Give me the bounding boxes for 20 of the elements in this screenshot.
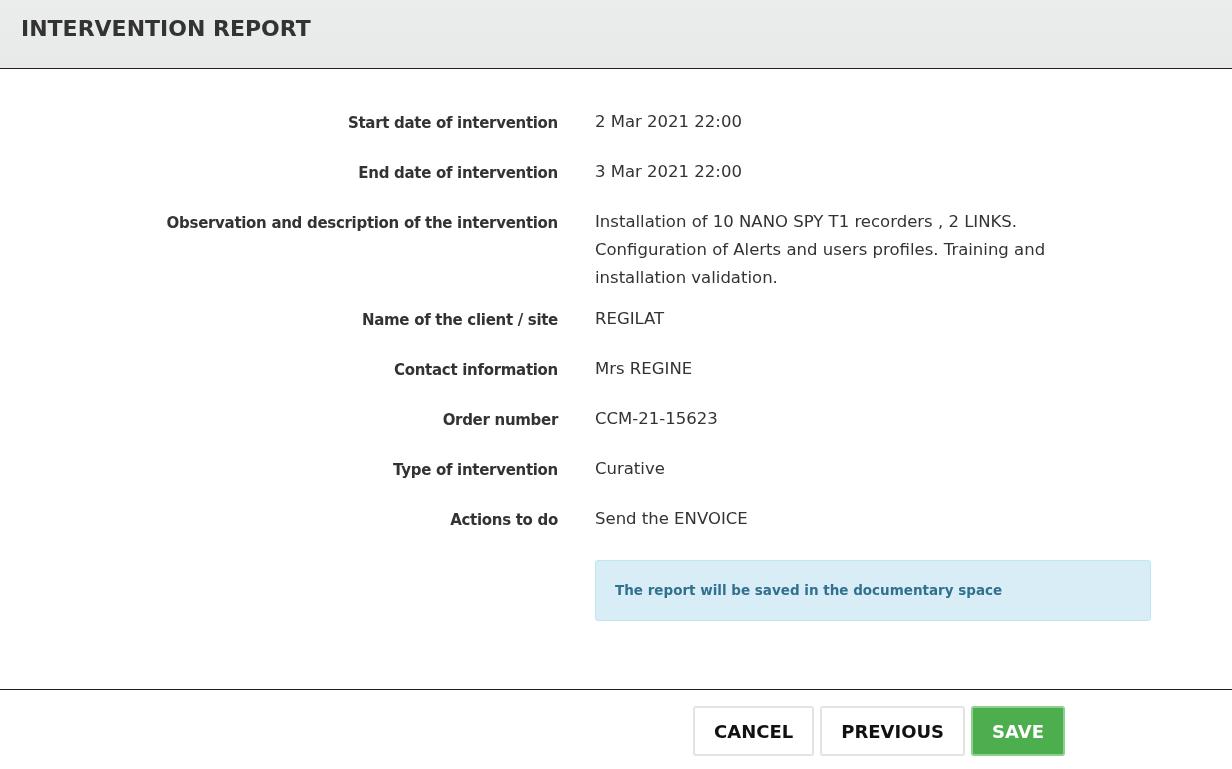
field-value: Send the ENVOICE <box>595 508 749 530</box>
field-label: Name of the client / site <box>360 310 558 331</box>
field-value: 2 Mar 2021 22:00 <box>595 111 743 133</box>
dialog-button[interactable]: CANCEL <box>693 706 815 756</box>
field-value: REGILAT <box>595 308 666 330</box>
field-value: CCM-21-15623 <box>595 408 719 430</box>
field-label: Start date of intervention <box>346 113 558 134</box>
field-label: Contact information <box>393 360 558 381</box>
dialog-button[interactable]: PREVIOUS <box>820 706 966 756</box>
field-value: Installation of 10 NANO SPY T1 recorders , 2 LINKS. Configuration of Alerts and users profiles. Training and installation validation. <box>595 211 1047 289</box>
field-label: Actions to do <box>449 510 558 531</box>
info-message: The report will be saved in the documentary space <box>595 560 1151 621</box>
field-value: Mrs REGINE <box>595 358 694 380</box>
field-label: Observation and description of the intervention <box>165 213 558 234</box>
field-label: Order number <box>441 410 558 431</box>
field-label: End date of intervention <box>357 163 558 184</box>
field-label: Type of intervention <box>392 460 558 481</box>
field-value: 3 Mar 2021 22:00 <box>595 161 743 183</box>
field-value: Curative <box>595 458 666 480</box>
dialog-title: INTERVENTION REPORT <box>21 16 311 41</box>
